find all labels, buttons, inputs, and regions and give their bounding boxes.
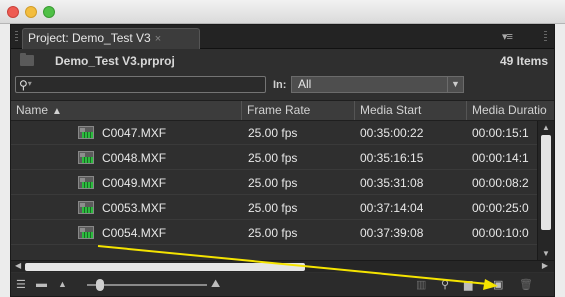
video-clip-icon bbox=[78, 151, 94, 164]
search-input[interactable]: ⚲ bbox=[15, 76, 266, 93]
icon-view-icon[interactable]: ▬ bbox=[36, 278, 47, 290]
horizontal-scroll-thumb[interactable] bbox=[25, 263, 305, 271]
scroll-left-icon[interactable]: ◀ bbox=[15, 261, 21, 270]
video-clip-icon bbox=[78, 226, 94, 239]
scroll-up-icon[interactable]: ▲ bbox=[542, 123, 550, 132]
tab-project[interactable]: Project: Demo_Test V3 × bbox=[22, 28, 200, 49]
vertical-scrollbar[interactable]: ▲ ▼ bbox=[537, 121, 554, 260]
panel-tab-bar: Project: Demo_Test V3 × ▾≡ bbox=[11, 25, 554, 49]
clip-media-duration: 00:00:08:2 bbox=[472, 176, 529, 190]
clip-frame-rate: 25.00 fps bbox=[248, 226, 298, 240]
clip-media-duration: 00:00:10:0 bbox=[472, 226, 529, 240]
vertical-scroll-thumb[interactable] bbox=[541, 135, 551, 230]
project-panel: Project: Demo_Test V3 × ▾≡ Demo_Test V3.p… bbox=[10, 24, 555, 297]
minimize-window-button[interactable] bbox=[25, 6, 37, 18]
clip-name: C0053.MXF bbox=[102, 201, 167, 215]
clip-frame-rate: 25.00 fps bbox=[248, 176, 298, 190]
close-window-button[interactable] bbox=[7, 6, 19, 18]
scroll-down-icon[interactable]: ▼ bbox=[542, 249, 550, 258]
zoom-window-button[interactable] bbox=[43, 6, 55, 18]
chevron-down-icon: ▼ bbox=[447, 77, 463, 92]
clip-media-start: 00:35:16:15 bbox=[360, 151, 424, 165]
sort-ascending-icon: ▲ bbox=[52, 106, 62, 117]
new-item-icon[interactable]: ▣ bbox=[493, 278, 503, 291]
clip-media-start: 00:37:39:08 bbox=[360, 226, 424, 240]
clip-list: C0047.MXF 25.00 fps 00:35:00:22 00:00:15… bbox=[11, 121, 537, 261]
clip-media-duration: 00:00:15:1 bbox=[472, 126, 529, 140]
zoom-slider[interactable] bbox=[87, 284, 207, 286]
column-header-frame-rate[interactable]: Frame Rate bbox=[241, 101, 354, 120]
clip-name: C0054.MXF bbox=[102, 226, 167, 240]
clip-name: C0048.MXF bbox=[102, 151, 167, 165]
scroll-right-icon[interactable]: ▶ bbox=[542, 261, 548, 270]
search-row: ⚲ In: All ▼ bbox=[11, 73, 554, 97]
list-view-icon[interactable]: ☰ bbox=[16, 278, 26, 291]
clip-media-start: 00:35:00:22 bbox=[360, 126, 424, 140]
bottom-toolbar: ☰ ▬ ▲ ⛰ ▥ ⚲ ▆ ▣ 🗑 bbox=[11, 273, 554, 296]
clip-frame-rate: 25.00 fps bbox=[248, 151, 298, 165]
project-info-row: Demo_Test V3.prproj 49 Items bbox=[11, 50, 554, 72]
table-row[interactable]: C0053.MXF 25.00 fps 00:37:14:04 00:00:25… bbox=[11, 196, 537, 220]
in-filter-value: All bbox=[298, 77, 312, 91]
project-file-name: Demo_Test V3.prproj bbox=[55, 54, 175, 68]
table-row[interactable]: C0048.MXF 25.00 fps 00:35:16:15 00:00:14… bbox=[11, 146, 537, 170]
tab-close-icon[interactable]: × bbox=[155, 33, 161, 45]
zoom-large-icon: ⛰ bbox=[211, 278, 221, 290]
clip-name: C0049.MXF bbox=[102, 176, 167, 190]
clip-frame-rate: 25.00 fps bbox=[248, 201, 298, 215]
video-clip-icon bbox=[78, 201, 94, 214]
clip-media-start: 00:37:14:04 bbox=[360, 201, 424, 215]
tab-title: Project: Demo_Test V3 bbox=[28, 31, 151, 45]
project-folder-icon bbox=[20, 53, 34, 66]
column-header-name[interactable]: Name ▲ bbox=[11, 101, 241, 120]
panel-menu-icon[interactable]: ▾≡ bbox=[502, 30, 513, 43]
clip-name: C0047.MXF bbox=[102, 126, 167, 140]
panel-resize-grip-icon[interactable] bbox=[544, 31, 547, 43]
new-bin-icon[interactable]: ▆ bbox=[464, 278, 472, 291]
video-clip-icon bbox=[78, 126, 94, 139]
automate-to-sequence-icon[interactable]: ▥ bbox=[416, 278, 426, 291]
find-icon[interactable]: ⚲ bbox=[441, 278, 449, 291]
column-header-row: Name ▲ Frame Rate Media Start Media Durat… bbox=[11, 100, 554, 121]
in-filter-select[interactable]: All ▼ bbox=[291, 76, 464, 93]
video-clip-icon bbox=[78, 176, 94, 189]
table-row[interactable]: C0049.MXF 25.00 fps 00:35:31:08 00:00:08… bbox=[11, 171, 537, 195]
panel-grip-icon[interactable] bbox=[15, 31, 18, 43]
window-titlebar bbox=[0, 0, 565, 24]
search-icon[interactable]: ⚲ bbox=[19, 78, 32, 92]
clip-frame-rate: 25.00 fps bbox=[248, 126, 298, 140]
table-row[interactable]: C0054.MXF 25.00 fps 00:37:39:08 00:00:10… bbox=[11, 221, 537, 245]
horizontal-scrollbar[interactable]: ◀ ▶ bbox=[11, 260, 554, 272]
zoom-slider-knob[interactable] bbox=[96, 279, 104, 291]
column-header-media-start[interactable]: Media Start bbox=[354, 101, 466, 120]
zoom-small-icon: ▲ bbox=[58, 279, 67, 289]
clip-media-duration: 00:00:25:0 bbox=[472, 201, 529, 215]
trash-icon[interactable]: 🗑 bbox=[519, 278, 533, 291]
clip-media-duration: 00:00:14:1 bbox=[472, 151, 529, 165]
clip-media-start: 00:35:31:08 bbox=[360, 176, 424, 190]
item-count: 49 Items bbox=[499, 54, 548, 68]
table-row[interactable]: C0047.MXF 25.00 fps 00:35:00:22 00:00:15… bbox=[11, 121, 537, 145]
in-label: In: bbox=[273, 79, 287, 91]
column-header-media-duration[interactable]: Media Duratio bbox=[466, 101, 554, 120]
